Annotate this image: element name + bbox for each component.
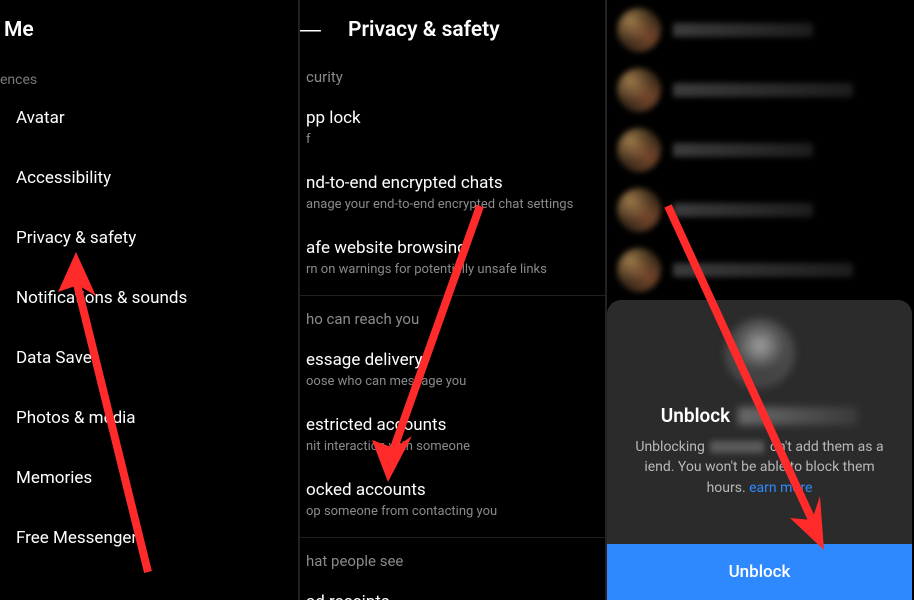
blocked-list [607, 0, 912, 300]
learn-more-link[interactable]: earn more [749, 480, 812, 496]
item-label: ocked accounts [306, 480, 595, 500]
blocked-name-redacted [673, 263, 853, 277]
list-item[interactable] [607, 0, 912, 60]
unblock-button[interactable]: Unblock [607, 544, 912, 600]
page-title: Me [0, 0, 298, 54]
desc-text: iend. You won't be able to block them [644, 459, 874, 475]
settings-item-free-messenger[interactable]: Free Messenger [0, 508, 298, 568]
unblock-confirmation-sheet: Unblock Unblocking on't add them as a ie… [607, 300, 912, 600]
blocked-name-redacted [673, 203, 813, 217]
list-item[interactable] [607, 60, 912, 120]
item-sublabel: op someone from contacting you [306, 504, 595, 519]
item-label: essage delivery [306, 350, 595, 370]
sheet-description: Unblocking on't add them as a iend. You … [631, 437, 887, 498]
avatar [617, 128, 661, 172]
section-head-who-can-reach: ho can reach you [300, 295, 605, 338]
sheet-title: Unblock [661, 404, 858, 427]
item-label: pp lock [306, 108, 595, 128]
blocked-name-redacted [673, 143, 813, 157]
settings-item-read-receipts[interactable]: ad receipts [300, 580, 605, 600]
item-sublabel: rn on warnings for potentially unsafe li… [306, 262, 595, 277]
desc-name-redacted [710, 441, 764, 453]
sheet-title-name-redacted [738, 407, 858, 425]
blocked-name-redacted [673, 83, 853, 97]
settings-item-memories[interactable]: Memories [0, 448, 298, 508]
list-item[interactable] [607, 180, 912, 240]
desc-text: hours. [707, 480, 746, 496]
avatar [617, 68, 661, 112]
settings-item-privacy-safety[interactable]: Privacy & safety [0, 208, 298, 268]
avatar [617, 248, 661, 292]
item-label: nd-to-end encrypted chats [306, 173, 595, 193]
item-label: afe website browsing [306, 238, 595, 258]
section-head-security: curity [300, 54, 605, 96]
settings-item-blocked-accounts[interactable]: ocked accounts op someone from contactin… [300, 468, 605, 533]
settings-item-message-delivery[interactable]: essage delivery oose who can message you [300, 338, 605, 403]
settings-item-accessibility[interactable]: Accessibility [0, 148, 298, 208]
settings-item-notifications-sounds[interactable]: Notifications & sounds [0, 268, 298, 328]
item-sublabel: anage your end-to-end encrypted chat set… [306, 197, 595, 212]
sheet-title-prefix: Unblock [661, 404, 730, 427]
blocked-name-redacted [673, 23, 813, 37]
item-label: ad receipts [306, 592, 595, 600]
item-sublabel: f [306, 132, 595, 147]
settings-item-avatar[interactable]: Avatar [0, 88, 298, 148]
avatar [617, 8, 661, 52]
item-sublabel: nit interaction with someone [306, 439, 595, 454]
item-sublabel: oose who can message you [306, 374, 595, 389]
section-label-preferences: ences [0, 54, 298, 88]
settings-item-app-lock[interactable]: pp lock f [300, 96, 605, 161]
desc-text: Unblocking [635, 439, 704, 455]
avatar [725, 318, 795, 388]
settings-item-safe-browsing[interactable]: afe website browsing rn on warnings for … [300, 226, 605, 291]
list-item[interactable] [607, 120, 912, 180]
list-item[interactable] [607, 240, 912, 300]
settings-item-photos-media[interactable]: Photos & media [0, 388, 298, 448]
settings-item-e2e-chats[interactable]: nd-to-end encrypted chats anage your end… [300, 161, 605, 226]
privacy-safety-panel: ⟵ Privacy & safety curity pp lock f nd-t… [300, 0, 607, 600]
page-title: Privacy & safety [300, 0, 605, 54]
blocked-accounts-panel: Unblock Unblocking on't add them as a ie… [607, 0, 912, 600]
item-label: estricted accounts [306, 415, 595, 435]
settings-item-restricted-accounts[interactable]: estricted accounts nit interaction with … [300, 403, 605, 468]
back-icon[interactable]: ⟵ [300, 18, 322, 43]
avatar [617, 188, 661, 232]
settings-item-data-saver[interactable]: Data Saver [0, 328, 298, 388]
settings-me-panel: Me ences Avatar Accessibility Privacy & … [0, 0, 300, 600]
desc-text: on't add them as a [770, 439, 884, 455]
section-head-what-people-see: hat people see [300, 537, 605, 580]
